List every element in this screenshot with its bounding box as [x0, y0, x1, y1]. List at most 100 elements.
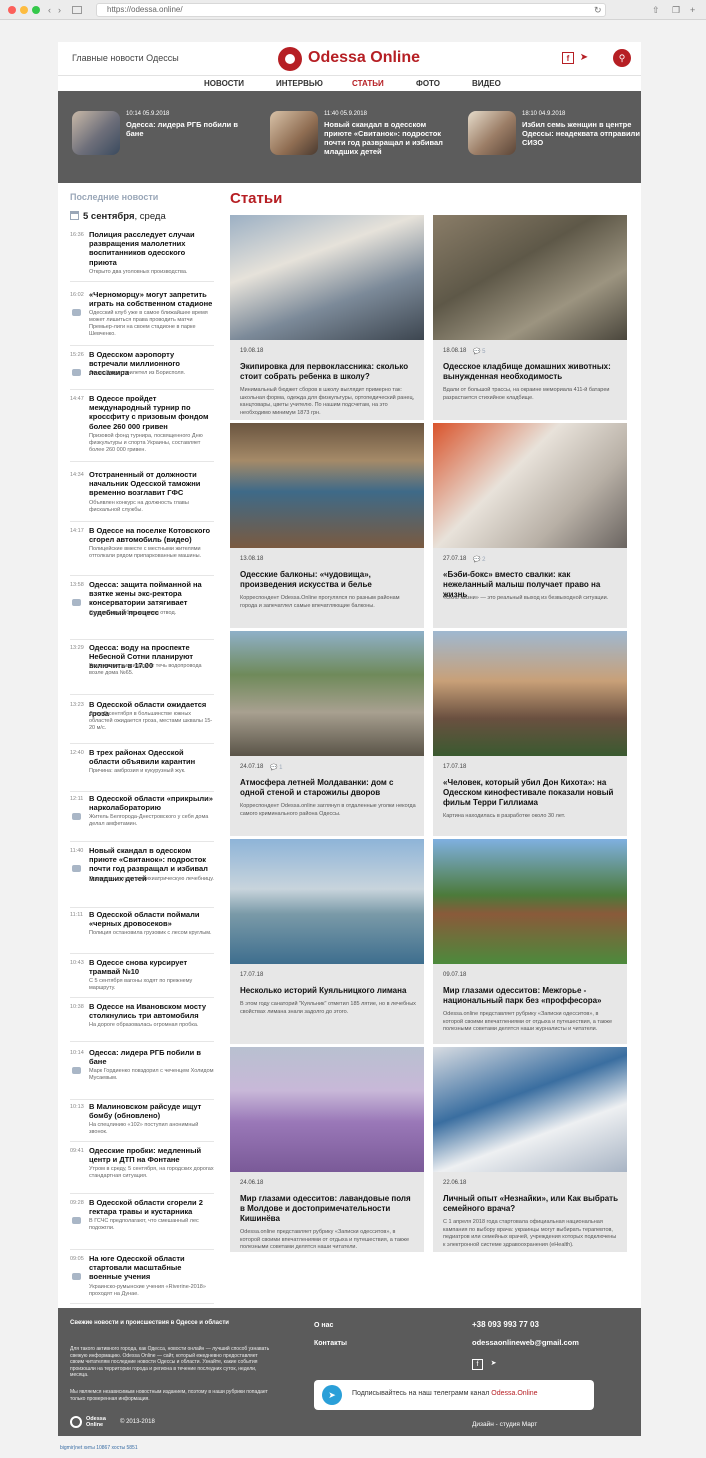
nav-photo[interactable]: ФОТО [416, 79, 440, 88]
maximize-window-button[interactable] [32, 6, 40, 14]
article-card[interactable]: 17.07.18 Несколько историй Куяльницкого л… [230, 839, 424, 1044]
news-time: 13:23 [70, 702, 84, 708]
nav-interviews[interactable]: ИНТЕРВЬЮ [276, 79, 323, 88]
article-card[interactable]: 09.07.18 Мир глазами одесситов: Межгорье … [433, 839, 627, 1044]
news-item[interactable]: 14:34 Отстраненный от должности начальник… [70, 470, 214, 522]
top-news-item[interactable]: 11:40 05.9.2018 Новый скандал в одесском… [270, 111, 460, 163]
article-image[interactable] [230, 1047, 424, 1172]
top-news-item[interactable]: 18:10 04.9.2018 Избил семь женщин в цент… [468, 111, 641, 163]
news-item[interactable]: 11:40 Новый скандал в одесском приюте «Св… [70, 846, 214, 908]
facebook-icon[interactable]: f [562, 52, 574, 64]
footer-phone[interactable]: +38 093 993 77 03 [472, 1320, 539, 1329]
top-news-item[interactable]: 10:14 05.9.2018 Одесса: лидера РГБ побил… [72, 111, 262, 163]
news-item[interactable]: 10:43 В Одессе снова курсирует трамвай №1… [70, 958, 214, 998]
logo-mark-icon [278, 47, 302, 71]
footer-link-contacts[interactable]: Контакты [314, 1340, 347, 1347]
search-button[interactable]: ⚲ [613, 49, 631, 67]
articles-heading: Статьи [230, 190, 283, 207]
article-card[interactable]: 13.08.18 Одесские балконы: «чудовища», пр… [230, 423, 424, 628]
camera-icon [72, 1217, 81, 1224]
nav-articles[interactable]: СТАТЬИ [352, 79, 384, 88]
news-item[interactable]: 13:29 Одесса: воду на проспекте Небесной … [70, 643, 214, 695]
stats-counter-label: bigmir)net [60, 1445, 83, 1451]
article-card[interactable]: 19.08.18 Экипировка для первоклассника: с… [230, 215, 424, 420]
article-description: Корреспондент Odessa.Online прогулялся п… [240, 595, 400, 609]
article-card[interactable]: 17.07.18 «Человек, который убил Дон Кихот… [433, 631, 627, 836]
article-image[interactable] [433, 839, 627, 964]
article-card[interactable]: 18.08.18 💬 5 Одесское кладбище домашних жи… [433, 215, 627, 420]
news-item[interactable]: 15:26 В Одесском аэропорту встречали милл… [70, 350, 214, 390]
nav-news[interactable]: НОВОСТИ [204, 79, 244, 88]
close-window-button[interactable] [8, 6, 16, 14]
news-item[interactable]: 14:47 В Одессе пройдет международный турн… [70, 394, 214, 462]
article-image[interactable] [433, 215, 627, 340]
article-title[interactable]: «Человек, который убил Дон Кихота»: на О… [443, 778, 619, 808]
news-title: В Одессе на поселке Котовского сгорел ав… [89, 526, 211, 545]
news-item[interactable]: 13:23 В Одесской области ожидается гроза Д… [70, 700, 214, 744]
camera-icon [72, 599, 81, 606]
article-image[interactable] [433, 631, 627, 756]
news-item[interactable]: 16:02 «Черноморцу» могут запретить играть… [70, 290, 214, 346]
footer-telegram-icon[interactable]: ➤ [488, 1359, 499, 1370]
article-title[interactable]: Одесские балконы: «чудовища», произведен… [240, 570, 416, 590]
tabs-icon[interactable]: ❐ [672, 4, 680, 16]
footer-facebook-icon[interactable]: f [472, 1359, 483, 1370]
news-title: В Одессе снова курсирует трамвай №10 [89, 958, 188, 977]
article-image[interactable] [230, 215, 424, 340]
share-icon[interactable]: ⇧ [652, 4, 660, 16]
news-item[interactable]: 11:11 В Одесской области поймали «черных … [70, 910, 214, 954]
news-title: В трех районах Одесской области объявили… [89, 748, 196, 767]
article-image[interactable] [433, 1047, 627, 1172]
site-header: Главные новости Одессы Odessa Online f ➤… [58, 42, 641, 74]
article-card[interactable]: 27.07.18 💬 2 «Бэби-бокс» вместо свалки: ка… [433, 423, 627, 628]
comments-count[interactable]: 💬 1 [270, 764, 282, 771]
address-bar[interactable]: https://odessa.online/ [96, 3, 606, 17]
footer-designer[interactable]: Дизайн - студия Март [472, 1421, 537, 1428]
news-item[interactable]: 14:17 В Одессе на поселке Котовского сгор… [70, 526, 214, 576]
news-item[interactable]: 10:38 В Одессе на Ивановском мосту столкн… [70, 1002, 214, 1042]
article-image[interactable] [230, 631, 424, 756]
news-item[interactable]: 09:41 Одесские пробки: медленный центр и … [70, 1146, 214, 1194]
article-date: 24.07.18 [240, 764, 264, 770]
news-item[interactable]: 16:36 Полиция расследует случаи развращен… [70, 230, 214, 282]
reload-icon[interactable]: ↻ [594, 4, 602, 16]
article-title[interactable]: Мир глазами одесситов: Межгорье - национ… [443, 986, 619, 1006]
article-title[interactable]: Одесское кладбище домашних животных: вын… [443, 362, 619, 382]
article-card[interactable]: 22.06.18 Личный опыт «Незнайки», или Как … [433, 1047, 627, 1252]
article-image[interactable] [433, 423, 627, 548]
news-item[interactable]: 12:11 В Одесской области «прикрыли» нарко… [70, 794, 214, 842]
article-title[interactable]: Экипировка для первоклассника: сколько с… [240, 362, 416, 382]
telegram-subscribe-banner[interactable]: ➤ Подписывайтесь на наш телеграмм канал … [314, 1380, 594, 1410]
article-card[interactable]: 24.07.18 💬 1 Атмосфера летней Молдаванки: … [230, 631, 424, 836]
footer-link-about[interactable]: О нас [314, 1322, 333, 1329]
article-image[interactable] [230, 839, 424, 964]
minimize-window-button[interactable] [20, 6, 28, 14]
news-description: Украинско-румынские учения «Riverine-201… [89, 1283, 206, 1297]
sidebar-toggle-icon[interactable] [72, 6, 82, 14]
news-item[interactable]: 09:28 В Одесской области сгорели 2 гектар… [70, 1198, 214, 1250]
stats-counter[interactable]: bigmir)net хиты 10867 хосты 5851 [60, 1445, 138, 1451]
forward-icon[interactable]: › [58, 4, 61, 16]
article-title[interactable]: Мир глазами одесситов: лавандовые поля в… [240, 1194, 416, 1224]
new-tab-icon[interactable]: + [690, 4, 695, 16]
article-title[interactable]: Личный опыт «Незнайки», или Как выбрать … [443, 1194, 619, 1214]
sidebar-heading[interactable]: Последние новости [70, 192, 158, 202]
news-item[interactable]: 09:05 На юге Одесской области стартовали … [70, 1254, 214, 1304]
article-card[interactable]: 24.06.18 Мир глазами одесситов: лавандовы… [230, 1047, 424, 1252]
news-item[interactable]: 10:13 В Малиновском райсуде ищут бомбу (о… [70, 1102, 214, 1142]
back-icon[interactable]: ‹ [48, 4, 51, 16]
top-news-band: 10:14 05.9.2018 Одесса: лидера РГБ побил… [58, 91, 641, 183]
comments-count[interactable]: 💬 5 [473, 348, 485, 355]
news-item[interactable]: 12:40 В трех районах Одесской области объ… [70, 748, 214, 792]
article-title[interactable]: Несколько историй Куяльницкого лимана [240, 986, 416, 996]
comments-count[interactable]: 💬 2 [473, 556, 485, 563]
top-news-title: Новый скандал в одесском приюте «Свитано… [324, 120, 443, 156]
news-item[interactable]: 13:58 Одесса: защита пойманной на взятке … [70, 580, 214, 640]
news-item[interactable]: 10:14 Одесса: лидера РГБ побили в бане Мар… [70, 1048, 214, 1100]
nav-video[interactable]: ВИДЕО [472, 79, 501, 88]
article-image[interactable] [230, 423, 424, 548]
top-news-time: 10:14 05.9.2018 [126, 111, 170, 117]
telegram-icon[interactable]: ➤ [578, 52, 590, 64]
article-title[interactable]: Атмосфера летней Молдаванки: дом с одной… [240, 778, 416, 798]
footer-email[interactable]: odessaonlineweb@gmail.com [472, 1338, 579, 1347]
